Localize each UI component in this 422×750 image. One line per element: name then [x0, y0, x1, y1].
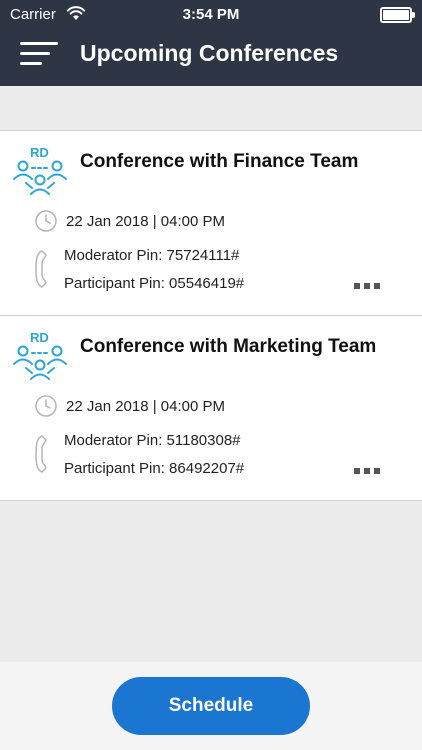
moderator-pin: Moderator Pin: 75724111# — [64, 247, 240, 264]
clock-icon — [35, 210, 57, 232]
phone-icon — [35, 435, 47, 473]
hamburger-menu-icon[interactable] — [20, 42, 58, 68]
group-icon: RD — [13, 145, 67, 195]
group-badge: RD — [30, 330, 49, 345]
moderator-pin: Moderator Pin: 51180308# — [64, 432, 241, 449]
conference-title: Conference with Finance Team — [80, 151, 359, 172]
schedule-button[interactable]: Schedule — [112, 677, 310, 735]
status-time: 3:54 PM — [182, 6, 240, 23]
conference-card[interactable]: RD Conference with Finance Team 22 Jan 2… — [0, 131, 422, 315]
battery-icon — [380, 7, 415, 23]
footer-bar: Schedule — [0, 662, 422, 750]
conference-card[interactable]: RD Conference with Marketing Team 22 Jan… — [0, 315, 422, 500]
group-icon: RD — [13, 330, 67, 380]
conference-title: Conference with Marketing Team — [80, 336, 377, 357]
phone-icon — [35, 250, 47, 288]
group-badge: RD — [30, 145, 49, 160]
more-options-icon[interactable] — [352, 281, 382, 291]
more-options-icon[interactable] — [352, 466, 382, 476]
conference-datetime: 22 Jan 2018 | 04:00 PM — [66, 398, 226, 415]
conference-datetime: 22 Jan 2018 | 04:00 PM — [66, 213, 226, 230]
page-title: Upcoming Conferences — [80, 40, 339, 66]
clock-icon — [35, 395, 57, 417]
conference-list: RD Conference with Finance Team 22 Jan 2… — [0, 130, 422, 501]
participant-pin: Participant Pin: 86492207# — [64, 460, 245, 477]
participant-pin: Participant Pin: 05546419# — [64, 275, 245, 292]
app-header: Carrier 3:54 PM Upcoming Conferences — [0, 0, 422, 86]
status-bar: Carrier 3:54 PM — [0, 0, 422, 30]
